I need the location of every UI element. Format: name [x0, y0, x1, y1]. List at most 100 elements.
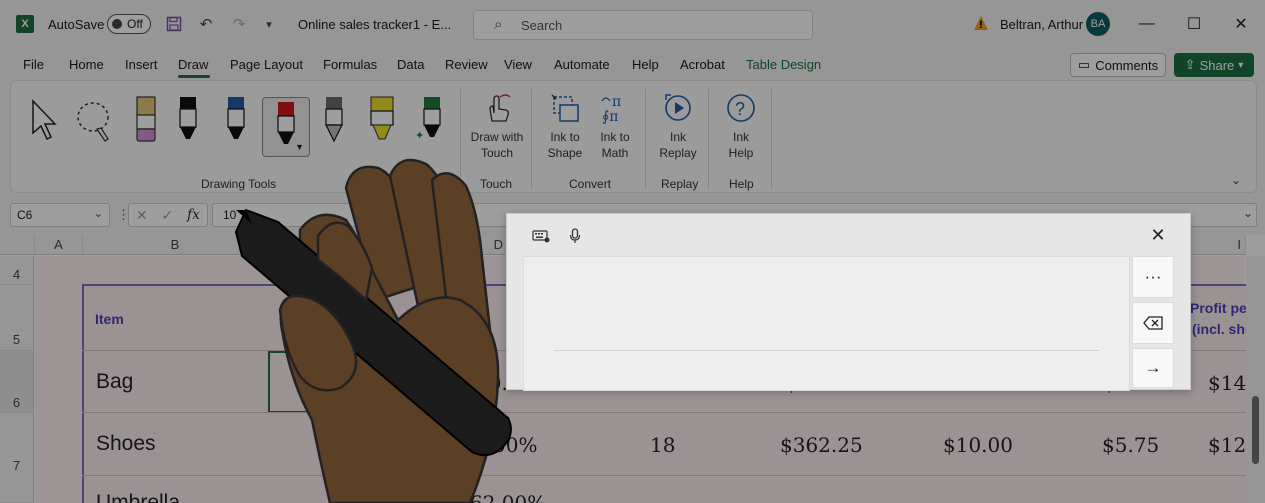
microphone-icon[interactable] [565, 227, 585, 245]
collapse-ribbon-icon[interactable]: ⌄ [1231, 173, 1241, 187]
tab-page-layout[interactable]: Page Layout [230, 57, 303, 72]
cell-item-shoes[interactable]: Shoes [96, 432, 156, 456]
cell-item-umbrella[interactable]: Umbrella [96, 491, 180, 503]
row-header-6[interactable]: 6 [0, 351, 34, 413]
action-pen-icon[interactable]: ✦ [415, 95, 445, 143]
select-all-corner[interactable] [0, 235, 35, 255]
tab-home[interactable]: Home [69, 57, 104, 72]
tab-help[interactable]: Help [632, 57, 659, 72]
lasso-select-icon[interactable] [75, 99, 115, 147]
eraser-tool-icon[interactable] [131, 95, 161, 143]
ink-replay-line1: Ink [669, 130, 686, 144]
column-header-b[interactable]: B [83, 235, 268, 255]
draw-with-touch-line1: Draw with [470, 130, 524, 144]
chevron-down-icon[interactable]: ▾ [297, 142, 302, 153]
help-circle-icon: ? [727, 94, 755, 122]
cell-shipping-shoes[interactable]: $10.00 [943, 433, 1013, 457]
tab-file[interactable]: File [23, 57, 44, 72]
name-box-value: C6 [17, 208, 33, 222]
excel-logo-icon: X [16, 15, 34, 33]
warning-icon[interactable] [973, 15, 989, 31]
tab-draw[interactable]: Draw [178, 57, 208, 72]
handwriting-canvas[interactable] [523, 256, 1130, 391]
formula-buttons: ✕ ✓ fx [128, 203, 208, 227]
scrollbar-thumb[interactable] [1252, 396, 1259, 464]
blue-pen-icon[interactable] [221, 95, 251, 143]
highlighter-icon[interactable] [367, 95, 397, 143]
backspace-button[interactable] [1132, 302, 1174, 344]
user-name[interactable]: Beltran, Arthur [1000, 17, 1083, 32]
expand-formula-bar-icon[interactable]: ⌄ [1243, 206, 1253, 220]
arrow-right-icon: → [1144, 358, 1162, 377]
ink-to-shape-line2: Shape [547, 146, 583, 160]
cell-markup-shoes[interactable]: 00% [493, 433, 537, 457]
row-header-5[interactable]: 5 [0, 285, 34, 351]
cell-markup-umbrella[interactable]: 62.00% [470, 491, 546, 503]
group-separator [460, 89, 461, 189]
row-header-4[interactable]: 4 [0, 256, 34, 285]
tab-view[interactable]: View [504, 57, 532, 72]
column-header-a[interactable]: A [35, 235, 83, 255]
black-pen-icon[interactable] [173, 95, 203, 143]
search-input[interactable]: ⌕ Search [473, 10, 813, 40]
comments-label: Comments [1095, 57, 1159, 73]
pencil-icon[interactable] [319, 95, 349, 143]
ink-to-math-icon: π∮π [601, 94, 621, 125]
close-window-icon[interactable]: ✕ [1229, 12, 1253, 36]
tab-acrobat[interactable]: Acrobat [680, 57, 725, 72]
select-arrow-icon[interactable] [29, 99, 59, 147]
enter-button[interactable]: → [1132, 348, 1174, 388]
tab-automate[interactable]: Automate [554, 57, 610, 72]
insert-function-icon[interactable]: fx [187, 207, 200, 223]
redo-icon[interactable]: ↷ [229, 14, 249, 34]
share-button[interactable]: ⇪ Share ▾ [1174, 53, 1254, 77]
check-icon[interactable]: ✓ [161, 207, 173, 224]
customize-toolbar-icon[interactable]: ▾ [259, 14, 279, 34]
title-bar: X AutoSave Off ↶ ↷ ▾ Online sales tracke… [0, 0, 1265, 50]
column-header-d[interactable]: D [268, 235, 508, 255]
handwriting-input-panel: ✕ ··· → [506, 213, 1191, 391]
search-icon: ⌕ [494, 16, 503, 33]
ink-to-shape-button[interactable]: Ink to Shape [543, 91, 587, 161]
save-icon[interactable] [164, 14, 184, 34]
avatar[interactable]: BA [1086, 12, 1110, 36]
svg-text:∮π: ∮π [602, 109, 619, 125]
comment-icon: ▭ [1077, 57, 1091, 72]
comments-button[interactable]: ▭ Comments [1070, 53, 1166, 77]
tab-table-design[interactable]: Table Design [746, 57, 821, 72]
active-cell-c6[interactable] [268, 351, 358, 413]
cancel-icon[interactable]: ✕ [136, 207, 148, 224]
more-options-button[interactable]: ··· [1132, 256, 1174, 298]
draw-with-touch-button[interactable]: Draw with Touch [467, 91, 527, 161]
ink-help-button[interactable]: ? Ink Help [717, 91, 765, 161]
close-icon[interactable]: ✕ [1147, 224, 1169, 246]
ink-to-math-button[interactable]: π ∮π Ink to Math [593, 91, 637, 161]
autosave-toggle[interactable]: Off [107, 14, 151, 34]
cell-cost-shoes[interactable]: $ [318, 433, 331, 457]
vertical-scrollbar[interactable] [1246, 256, 1265, 503]
tab-formulas[interactable]: Formulas [323, 57, 377, 72]
tab-review[interactable]: Review [445, 57, 488, 72]
undo-icon[interactable]: ↶ [196, 14, 216, 34]
chevron-down-icon[interactable]: ⌄ [94, 207, 103, 220]
cell-fees-shoes[interactable]: $5.75 [1102, 433, 1159, 457]
tab-data[interactable]: Data [397, 57, 424, 72]
minimize-icon[interactable]: — [1135, 12, 1159, 36]
share-icon: ⇪ [1184, 57, 1196, 72]
keyboard-settings-icon[interactable] [531, 227, 551, 245]
toggle-knob [112, 19, 122, 29]
row-header-7[interactable]: 7 [0, 413, 34, 503]
cell-qty-shoes[interactable]: 18 [650, 433, 675, 457]
ink-replay-button[interactable]: Ink Replay [653, 91, 703, 161]
name-box[interactable]: C6 ⌄ [10, 203, 110, 227]
header-profit-line1: Profit pe [1190, 300, 1247, 316]
maximize-icon[interactable]: ☐ [1182, 12, 1206, 36]
cell-revenue-shoes[interactable]: $362.25 [780, 433, 863, 457]
cell-item-bag[interactable]: Bag [96, 370, 133, 394]
cell-markup-bag[interactable]: 00. [476, 371, 508, 395]
tab-insert[interactable]: Insert [125, 57, 158, 72]
red-pen-selected[interactable]: ▾ [262, 97, 310, 157]
svg-text:π: π [612, 94, 621, 110]
svg-text:?: ? [735, 99, 745, 119]
row-divider [82, 475, 1247, 476]
